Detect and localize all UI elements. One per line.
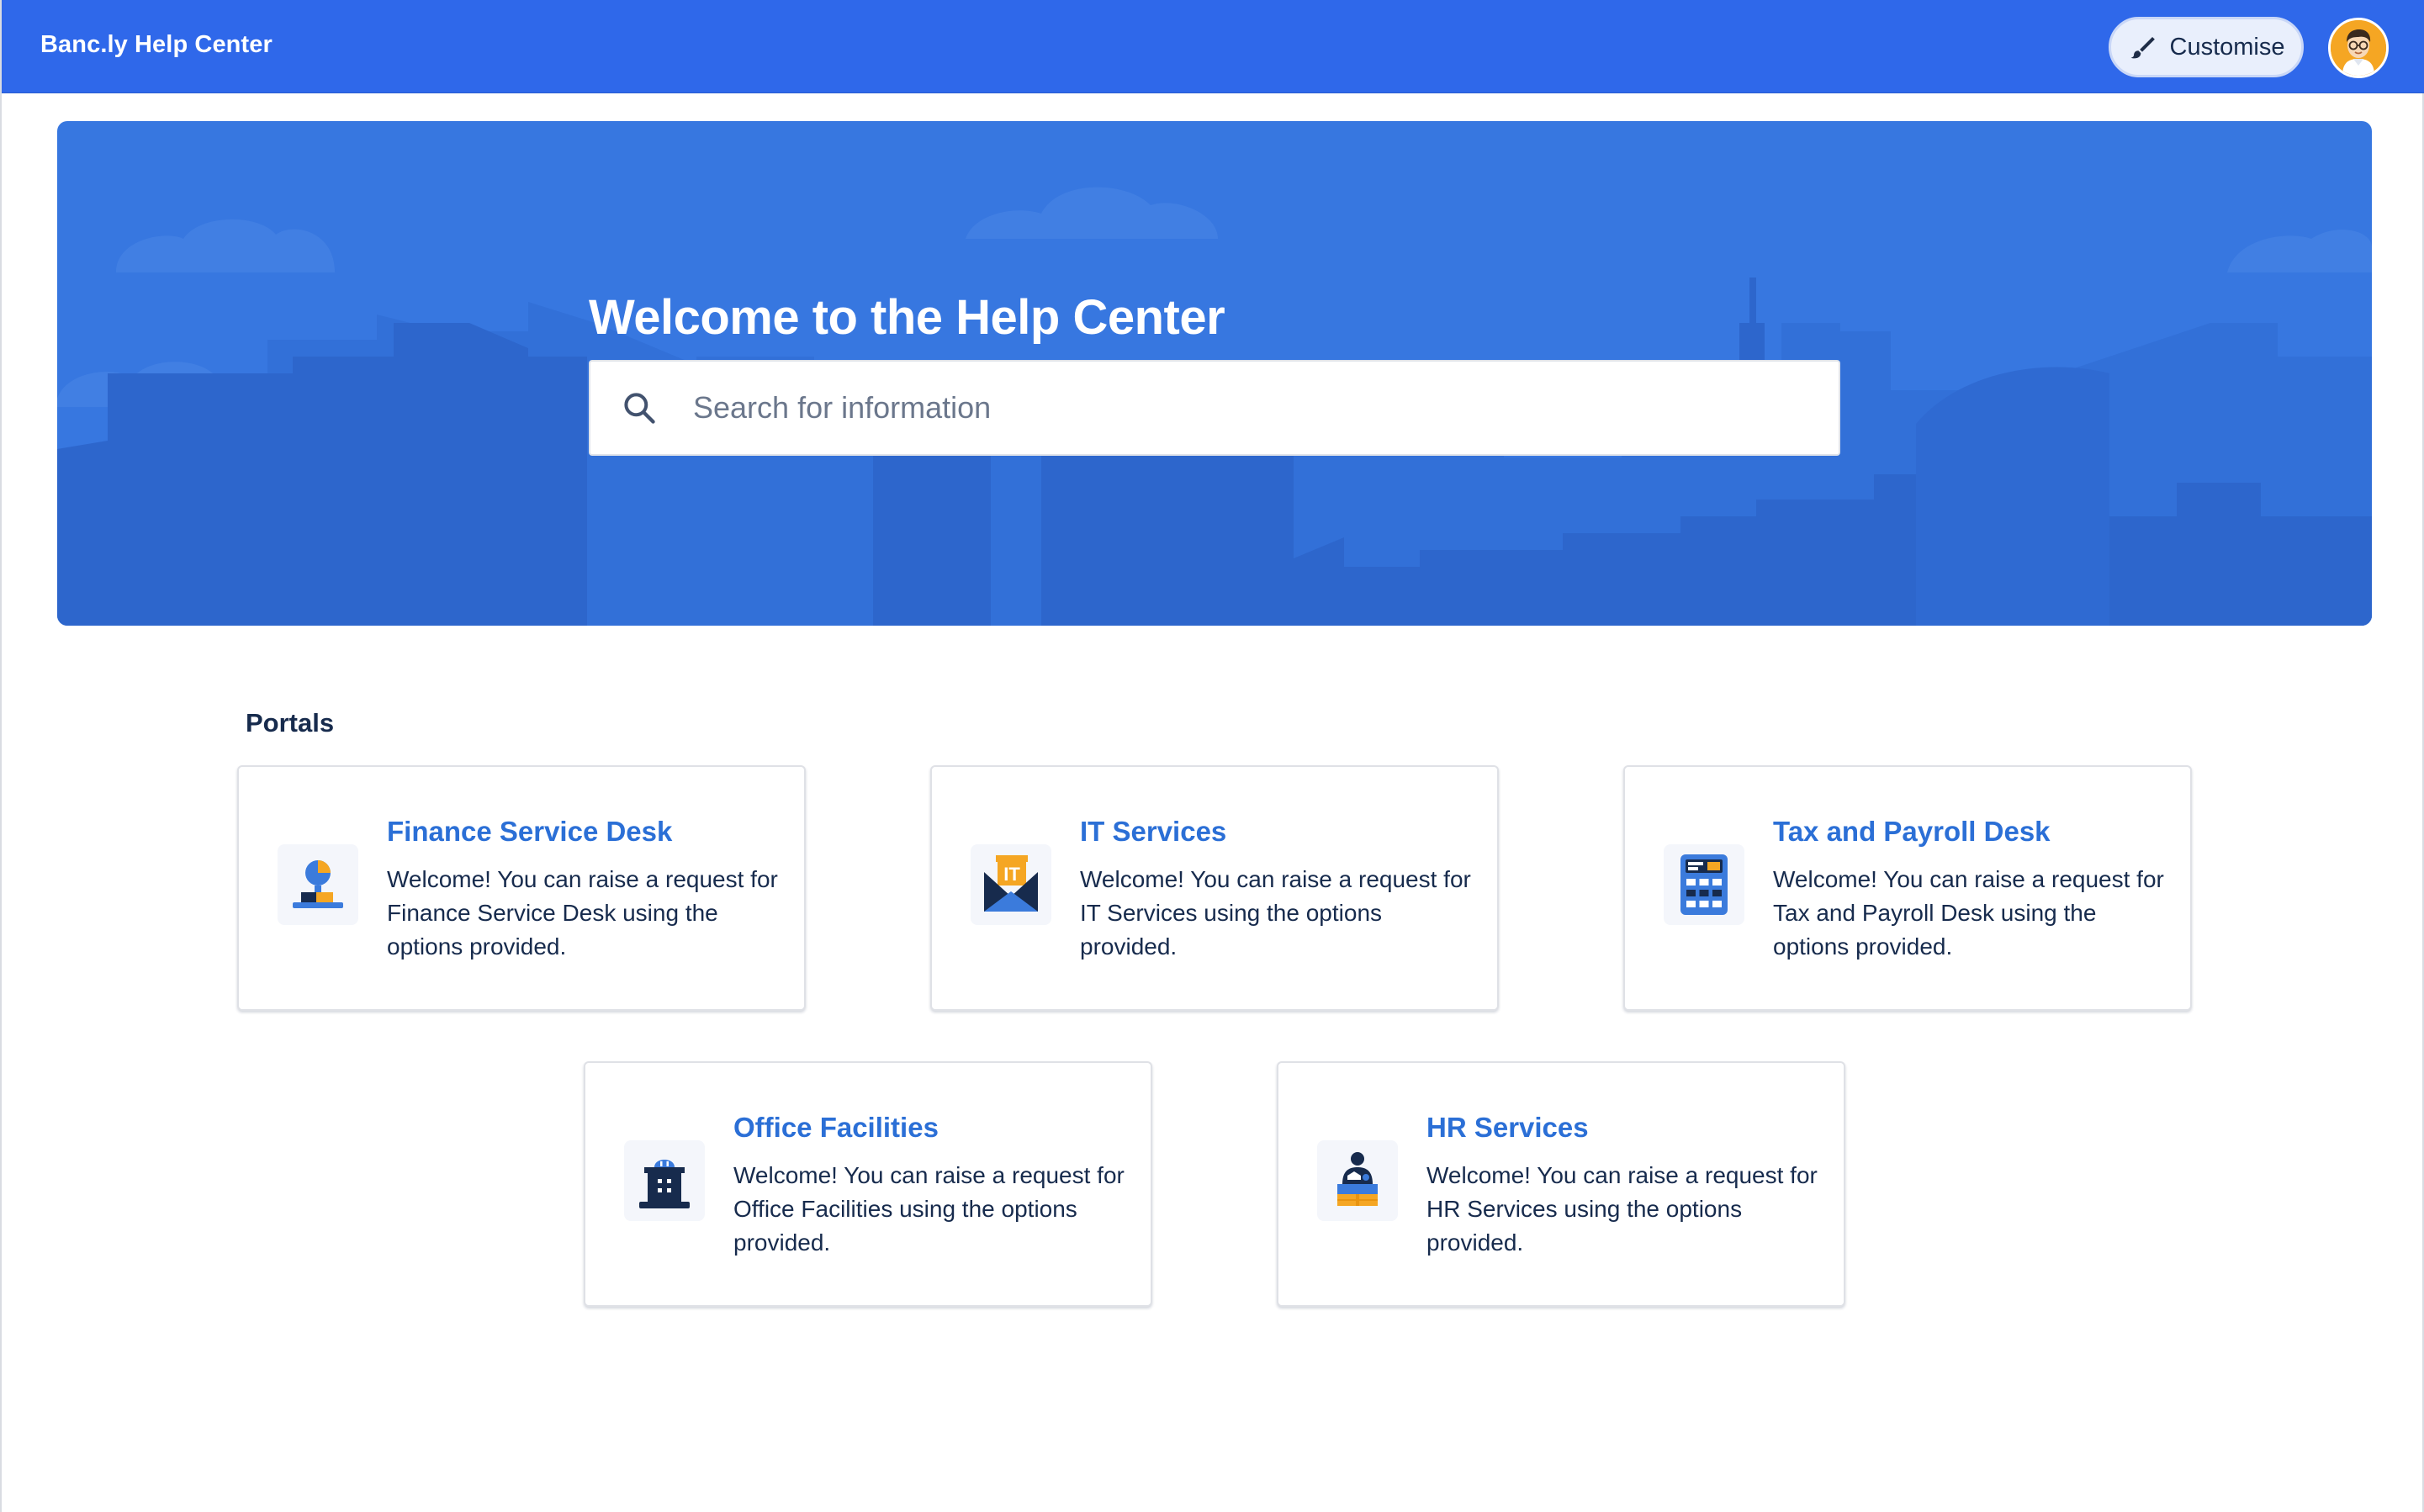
hero-title: Welcome to the Help Center [589,290,1225,345]
portal-card-finance-service-desk[interactable]: Finance Service Desk Welcome! You can ra… [237,765,806,1011]
portal-card-office-facilities[interactable]: Office Facilities Welcome! You can raise… [584,1061,1152,1307]
customise-button-label: Customise [2169,33,2285,61]
portal-card-it-services[interactable]: IT IT Services Welcome! You can raise a … [930,765,1499,1011]
hero-banner: Welcome to the Help Center [57,121,2372,626]
customise-button[interactable]: Customise [2109,17,2304,77]
user-avatar-icon [2331,20,2386,76]
portal-card-description: Welcome! You can raise a request for IT … [1080,866,1471,960]
it-envelope-icon: IT [971,844,1051,925]
portal-card-title: HR Services [1426,1112,1589,1143]
user-avatar-button[interactable] [2328,18,2389,78]
portal-card-title: Tax and Payroll Desk [1773,816,2051,847]
portal-card-tax-and-payroll-desk[interactable]: Tax and Payroll Desk Welcome! You can ra… [1623,765,2192,1011]
paintbrush-icon [2130,36,2155,59]
page-frame: Banc.ly Help Center Customise Welcome to… [0,0,2424,1512]
portal-card-description: Welcome! You can raise a request for Tax… [1773,866,2164,960]
portal-card-hr-services[interactable]: HR Services Welcome! You can raise a req… [1277,1061,1845,1307]
portal-card-title: Office Facilities [733,1112,939,1143]
office-building-icon [624,1140,705,1221]
portal-card-description: Welcome! You can raise a request for HR … [1426,1162,1818,1256]
top-navigation-bar: Banc.ly Help Center Customise [2,0,2424,93]
portals-heading: Portals [246,708,335,737]
search-icon [624,393,655,424]
portal-card-description: Welcome! You can raise a request for Fin… [387,866,778,960]
portal-card-title: IT Services [1080,816,1227,847]
search-box [589,360,1840,456]
help-center-brand-link[interactable]: Banc.ly Help Center [40,31,273,59]
it-icon-label: IT [1003,864,1020,885]
hr-desk-icon [1317,1140,1398,1221]
portal-card-title: Finance Service Desk [387,816,673,847]
calculator-icon [1664,844,1744,925]
search-input[interactable] [693,390,1786,426]
finance-desk-icon [278,844,358,925]
portal-card-description: Welcome! You can raise a request for Off… [733,1162,1125,1256]
